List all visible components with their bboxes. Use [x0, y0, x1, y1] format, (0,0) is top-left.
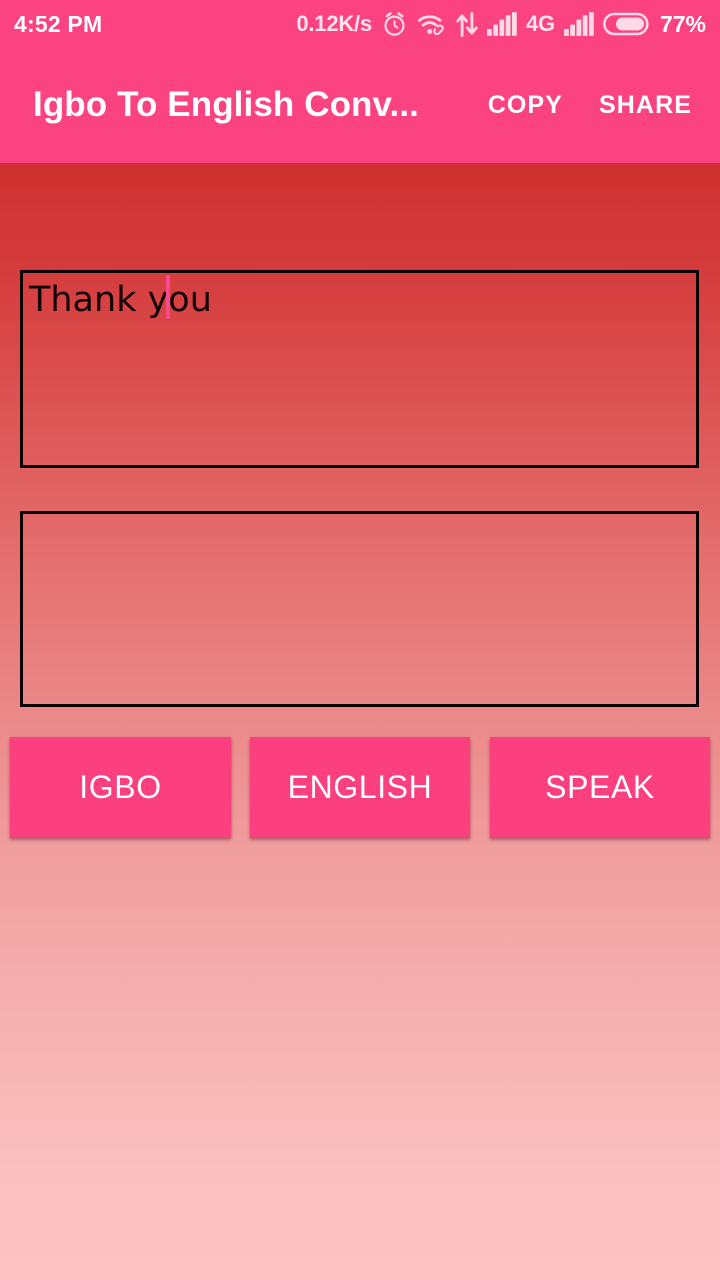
battery-icon	[602, 11, 649, 37]
source-text-input[interactable]: Thank you	[20, 270, 699, 468]
main-content: Thank you IGBO ENGLISH SPEAK	[0, 163, 720, 1280]
app-screen: 4:52 PM 0.12K/s 4G 77% Igbo To English C…	[0, 0, 720, 1280]
signal-bars-icon	[487, 12, 517, 36]
english-button[interactable]: ENGLISH	[250, 737, 470, 838]
igbo-button[interactable]: IGBO	[10, 737, 231, 838]
app-bar-actions: COPY SHARE	[488, 93, 696, 118]
data-transfer-icon	[456, 11, 478, 38]
text-caret	[166, 275, 170, 319]
share-button[interactable]: SHARE	[599, 93, 692, 118]
page-title: Igbo To English Conv...	[33, 86, 419, 125]
network-speed-label: 0.12K/s	[296, 11, 372, 36]
copy-button[interactable]: COPY	[488, 93, 563, 118]
speak-button[interactable]: SPEAK	[490, 737, 710, 838]
status-bar-icons: 0.12K/s 4G 77%	[296, 11, 706, 38]
network-type-label: 4G	[526, 11, 555, 36]
status-bar: 4:52 PM 0.12K/s 4G 77%	[0, 0, 720, 48]
translated-text-output[interactable]	[20, 511, 699, 707]
action-button-row: IGBO ENGLISH SPEAK	[0, 737, 720, 838]
app-bar: Igbo To English Conv... COPY SHARE	[0, 48, 720, 163]
source-text-value: Thank you	[29, 280, 212, 320]
wifi-icon	[417, 11, 447, 38]
battery-percent-label: 77%	[659, 10, 706, 37]
alarm-clock-icon	[381, 11, 408, 38]
status-bar-clock: 4:52 PM	[14, 10, 103, 37]
signal-bars-secondary-icon	[563, 12, 594, 36]
